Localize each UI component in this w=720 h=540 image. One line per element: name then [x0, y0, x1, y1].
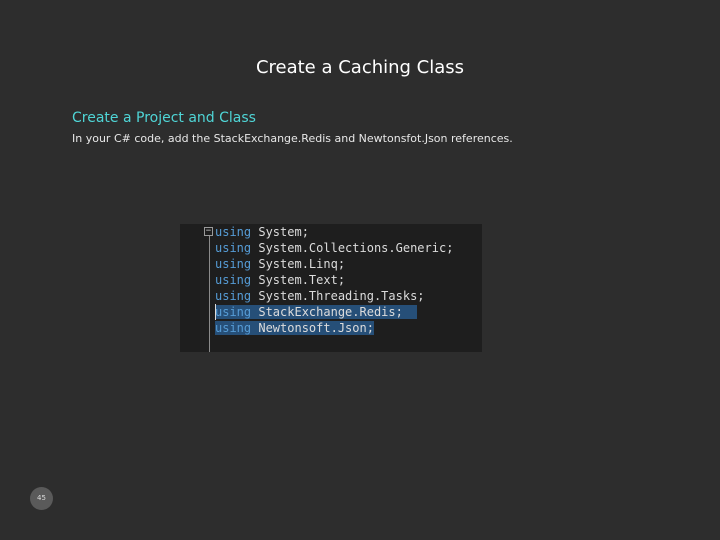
namespace: System.Text;	[258, 273, 346, 287]
using-keyword: using	[215, 225, 252, 239]
namespace: System;	[258, 225, 309, 239]
namespace: System.Threading.Tasks;	[258, 289, 425, 303]
page-number-badge: 45	[30, 487, 53, 510]
using-keyword: using	[215, 305, 252, 319]
code-line-selected: using StackExchange.Redis;	[215, 304, 453, 320]
namespace: System.Collections.Generic;	[258, 241, 454, 255]
using-keyword: using	[215, 257, 252, 271]
collapse-icon: −	[204, 226, 213, 236]
outline-guide	[209, 236, 210, 352]
using-keyword: using	[215, 289, 252, 303]
code-line: using System.Collections.Generic;	[215, 240, 453, 256]
code-line: using System.Linq;	[215, 256, 453, 272]
text-caret	[215, 304, 216, 320]
using-keyword: using	[215, 321, 252, 335]
using-keyword: using	[215, 241, 252, 255]
slide-subtitle: Create a Project and Class	[72, 110, 256, 126]
namespace: Newtonsoft.Json;	[258, 321, 374, 335]
slide-description: In your C# code, add the StackExchange.R…	[72, 132, 513, 145]
code-line: using System;	[215, 224, 453, 240]
code-lines: using System; using System.Collections.G…	[215, 224, 453, 336]
namespace: StackExchange.Redis;	[258, 305, 403, 319]
using-keyword: using	[215, 273, 252, 287]
code-screenshot: − using System; using System.Collections…	[180, 224, 482, 352]
code-line: using System.Threading.Tasks;	[215, 288, 453, 304]
namespace: System.Linq;	[258, 257, 346, 271]
code-line-selected: using Newtonsoft.Json;	[215, 320, 453, 336]
code-line: using System.Text;	[215, 272, 453, 288]
slide-title: Create a Caching Class	[255, 57, 465, 78]
